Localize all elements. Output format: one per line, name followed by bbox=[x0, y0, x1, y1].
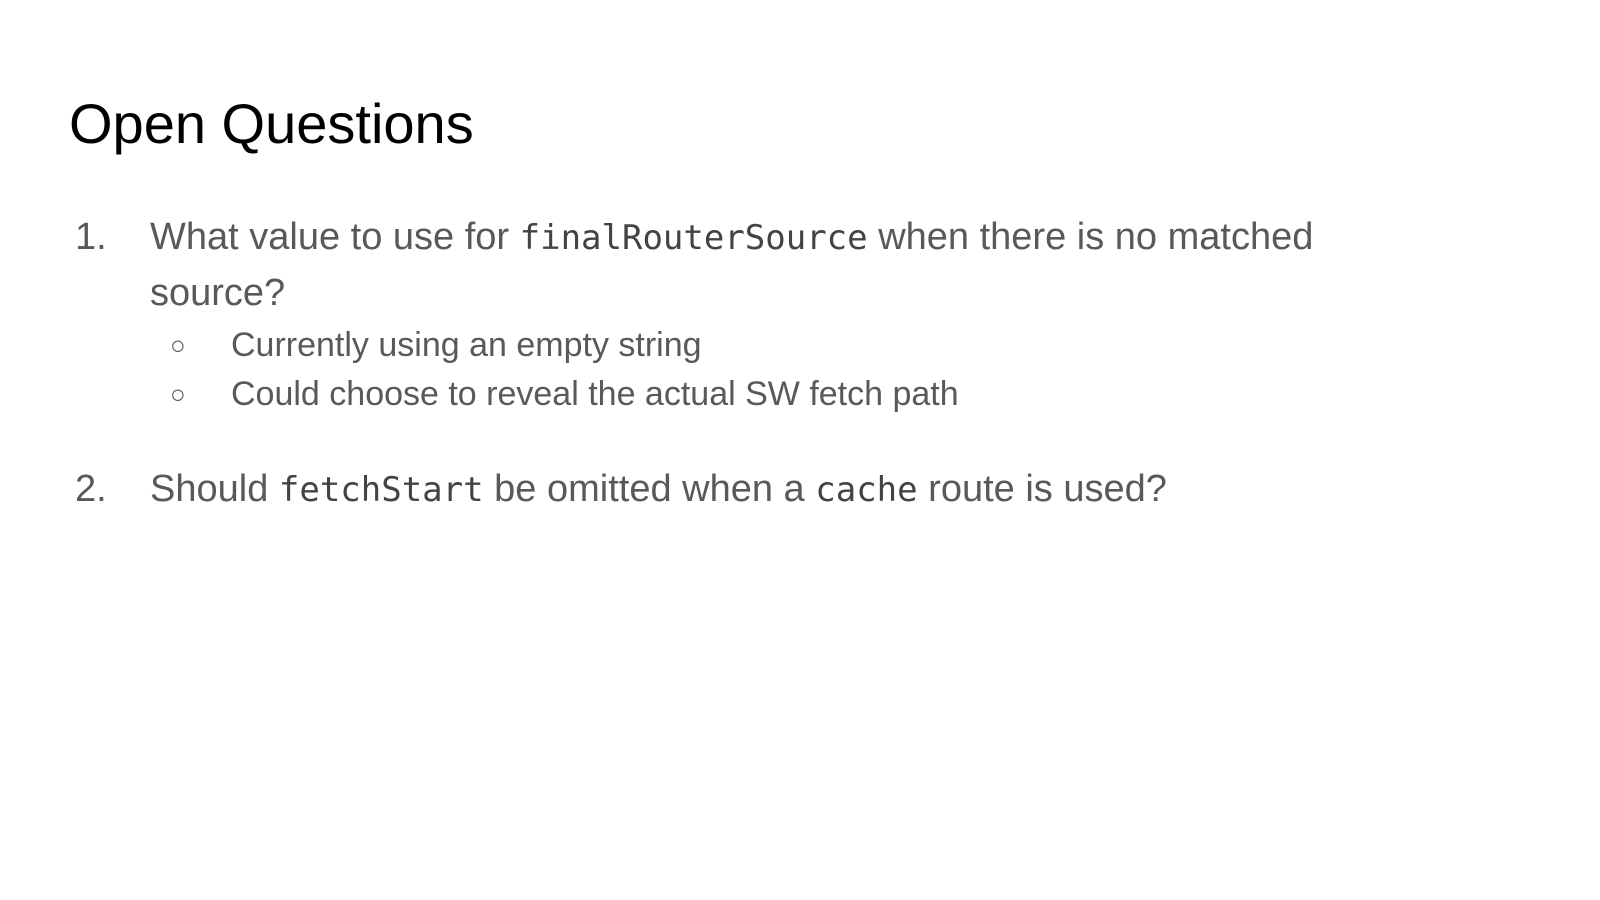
question-number: 2. bbox=[75, 468, 107, 510]
question-item-1: 1. What value to use for finalRouterSour… bbox=[0, 210, 1600, 419]
question-list: 1. What value to use for finalRouterSour… bbox=[0, 210, 1600, 518]
question-number: 1. bbox=[75, 216, 107, 258]
code-final-router-source: finalRouterSource bbox=[519, 218, 868, 258]
question-text-part: be omitted when a bbox=[483, 468, 816, 510]
question-item-2: 2. Should fetchStart be omitted when a c… bbox=[0, 462, 1600, 518]
slide: Open Questions 1. What value to use for … bbox=[0, 0, 1600, 900]
question-text-part: What value to use for bbox=[150, 216, 520, 258]
question-text: Should fetchStart be omitted when a cach… bbox=[150, 462, 1410, 518]
sub-list: ○ Currently using an empty string ○ Coul… bbox=[0, 321, 1600, 419]
hollow-circle-bullet-icon: ○ bbox=[170, 379, 186, 409]
question-text-part: Should bbox=[150, 468, 279, 510]
question-text-part: route is used? bbox=[917, 468, 1167, 510]
code-fetch-start: fetchStart bbox=[278, 470, 484, 510]
hollow-circle-bullet-icon: ○ bbox=[170, 330, 186, 360]
sub-item-text: Currently using an empty string bbox=[231, 326, 702, 364]
sub-item: ○ Could choose to reveal the actual SW f… bbox=[0, 370, 1600, 419]
sub-item-text: Could choose to reveal the actual SW fet… bbox=[231, 375, 959, 413]
question-text: What value to use for finalRouterSource … bbox=[150, 210, 1410, 321]
slide-title: Open Questions bbox=[69, 92, 474, 155]
code-cache: cache bbox=[815, 470, 918, 510]
sub-item: ○ Currently using an empty string bbox=[0, 321, 1600, 370]
